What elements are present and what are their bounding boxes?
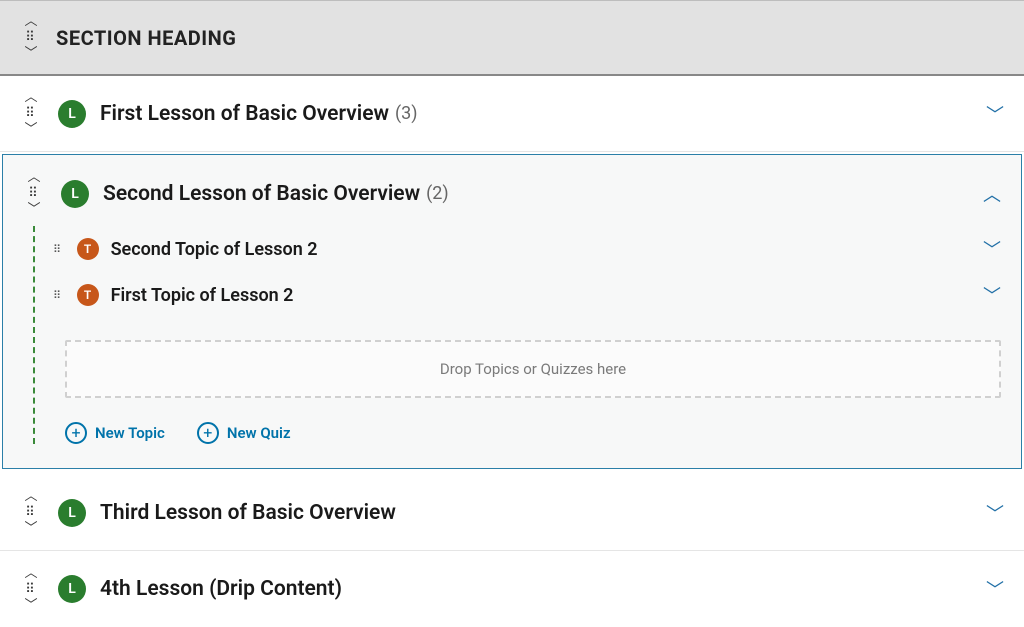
- chevron-down-icon[interactable]: ﹀: [24, 522, 37, 535]
- new-topic-label: New Topic: [95, 424, 165, 442]
- lesson-row-expanded: ︿ ⠿ ﹀ L Second Lesson of Basic Overview …: [2, 154, 1022, 469]
- lesson-badge-icon: L: [58, 575, 86, 603]
- chevron-up-icon[interactable]: ︿: [24, 567, 37, 580]
- topic-title: Second Topic of Lesson 2: [111, 239, 318, 260]
- lesson-count: (3): [395, 103, 418, 124]
- chevron-up-icon[interactable]: ︿: [24, 15, 37, 28]
- plus-circle-icon: +: [65, 422, 87, 444]
- drag-handle-icon[interactable]: ⠿: [25, 506, 37, 519]
- chevron-down-icon[interactable]: ﹀: [24, 47, 37, 60]
- lesson-header[interactable]: ︿ ⠿ ﹀ L Second Lesson of Basic Overview …: [3, 155, 1021, 226]
- new-quiz-button[interactable]: + New Quiz: [197, 422, 291, 444]
- chevron-up-icon[interactable]: ︿: [24, 490, 37, 503]
- lesson-title: Second Lesson of Basic Overview: [103, 182, 420, 206]
- chevron-down-icon[interactable]: ﹀: [27, 203, 40, 216]
- chevron-up-icon[interactable]: ︿: [27, 171, 40, 184]
- drag-handle-icon[interactable]: ⠿: [25, 107, 37, 120]
- topic-badge-icon: T: [77, 284, 99, 306]
- drag-handle-icon[interactable]: ⠿: [25, 31, 37, 44]
- expand-toggle-icon[interactable]: ﹀: [986, 101, 1004, 127]
- topic-row[interactable]: ⠿ T Second Topic of Lesson 2 ﹀: [45, 226, 1001, 272]
- reorder-controls: ︿ ⠿ ﹀: [17, 171, 51, 216]
- tree-line: [33, 226, 35, 444]
- reorder-controls: ︿ ⠿ ﹀: [14, 490, 48, 535]
- section-heading-label: SECTION HEADING: [56, 26, 236, 50]
- lesson-badge-icon: L: [61, 180, 89, 208]
- new-quiz-label: New Quiz: [227, 424, 291, 442]
- reorder-controls: ︿ ⠿ ﹀: [14, 15, 48, 60]
- chevron-up-icon[interactable]: ︿: [24, 91, 37, 104]
- lesson-badge-icon: L: [58, 499, 86, 527]
- action-row: + New Topic + New Quiz: [45, 416, 1001, 444]
- expand-toggle-icon[interactable]: ﹀: [986, 500, 1004, 526]
- section-heading-row: ︿ ⠿ ﹀ SECTION HEADING: [0, 0, 1024, 76]
- drop-zone[interactable]: Drop Topics or Quizzes here: [65, 340, 1001, 398]
- chevron-down-icon[interactable]: ﹀: [24, 123, 37, 136]
- lesson-title: Third Lesson of Basic Overview: [100, 501, 396, 525]
- lesson-row[interactable]: ︿ ⠿ ﹀ L 4th Lesson (Drip Content) ﹀: [0, 551, 1024, 627]
- expand-toggle-icon[interactable]: ﹀: [986, 576, 1004, 602]
- drag-handle-icon[interactable]: ⠿: [53, 243, 63, 256]
- collapse-toggle-icon[interactable]: ︿: [983, 181, 1001, 207]
- lesson-count: (2): [426, 183, 449, 204]
- lesson-row[interactable]: ︿ ⠿ ﹀ L Third Lesson of Basic Overview ﹀: [0, 475, 1024, 551]
- expand-toggle-icon[interactable]: ﹀: [983, 282, 1001, 308]
- drag-handle-icon[interactable]: ⠿: [28, 187, 40, 200]
- drag-handle-icon[interactable]: ⠿: [53, 289, 63, 302]
- new-topic-button[interactable]: + New Topic: [65, 422, 165, 444]
- lesson-badge-icon: L: [58, 100, 86, 128]
- lesson-title: First Lesson of Basic Overview: [100, 102, 389, 126]
- reorder-controls: ︿ ⠿ ﹀: [14, 567, 48, 612]
- topic-row[interactable]: ⠿ T First Topic of Lesson 2 ﹀: [45, 272, 1001, 318]
- chevron-down-icon[interactable]: ﹀: [24, 599, 37, 612]
- drag-handle-icon[interactable]: ⠿: [25, 583, 37, 596]
- topic-title: First Topic of Lesson 2: [111, 285, 294, 306]
- lesson-row[interactable]: ︿ ⠿ ﹀ L First Lesson of Basic Overview (…: [0, 76, 1024, 152]
- lesson-body: ⠿ T Second Topic of Lesson 2 ﹀ ⠿ T First…: [3, 226, 1021, 468]
- reorder-controls: ︿ ⠿ ﹀: [14, 91, 48, 136]
- plus-circle-icon: +: [197, 422, 219, 444]
- topic-badge-icon: T: [77, 238, 99, 260]
- expand-toggle-icon[interactable]: ﹀: [983, 236, 1001, 262]
- lesson-title: 4th Lesson (Drip Content): [100, 577, 342, 601]
